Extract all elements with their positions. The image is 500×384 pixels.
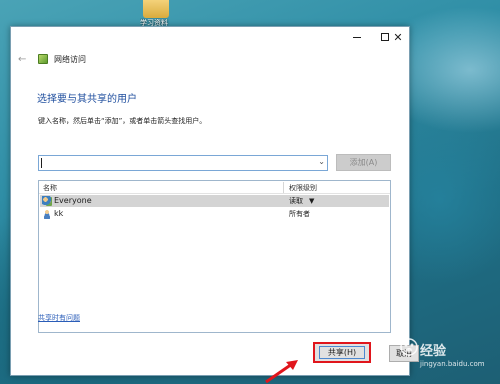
title-bar[interactable]: ✕ — [11, 27, 409, 49]
minimize-button[interactable] — [345, 29, 369, 45]
column-header-name[interactable]: 名称 — [43, 183, 57, 193]
share-button-focus: 共享(H) — [319, 346, 365, 359]
folder-icon[interactable] — [143, 0, 169, 18]
back-arrow-icon[interactable]: ← — [18, 54, 26, 65]
permission-dropdown[interactable]: 读取 ▼ — [289, 196, 314, 206]
share-button[interactable]: 共享(H) — [313, 342, 371, 363]
sharing-trouble-link[interactable]: 共享时有问题 — [38, 313, 80, 323]
user-permission-list: 名称 权限级别 Everyone 读取 ▼ kk 所有者 — [38, 180, 391, 333]
chevron-down-icon[interactable]: ⌄ — [318, 157, 325, 166]
add-button[interactable]: 添加(A) — [336, 154, 391, 171]
permission-value: 所有者 — [289, 210, 310, 218]
user-icon — [42, 209, 52, 219]
watermark-text: 经验 — [420, 344, 447, 359]
column-header-permission[interactable]: 权限级别 — [289, 183, 317, 193]
row-name: kk — [54, 209, 64, 218]
instruction-text: 键入名称，然后单击“添加”，或者单击箭头查找用户。 — [38, 117, 207, 125]
baidu-paw-icon — [400, 338, 418, 356]
page-heading: 选择要与其共享的用户 — [37, 94, 137, 105]
list-row-kk[interactable]: kk 所有者 — [40, 208, 389, 220]
row-name: Everyone — [54, 196, 92, 205]
close-icon: ✕ — [393, 30, 403, 44]
user-name-combobox[interactable]: ⌄ — [38, 155, 328, 171]
red-arrow-annotation — [265, 360, 298, 384]
desktop-icon-label: 学习资料 — [140, 19, 168, 26]
network-access-dialog: ✕ ← 网络访问 选择要与其共享的用户 键入名称，然后单击“添加”，或者单击箭头… — [10, 26, 419, 376]
list-row-everyone[interactable]: Everyone 读取 ▼ — [40, 195, 389, 207]
window-title: 网络访问 — [54, 55, 86, 64]
permission-value: 读取 — [289, 197, 303, 205]
minimize-icon — [353, 36, 361, 38]
users-icon — [42, 196, 52, 206]
network-share-icon — [38, 54, 48, 64]
column-divider[interactable] — [283, 182, 284, 193]
close-button[interactable]: ✕ — [387, 29, 409, 45]
caret-down-icon: ▼ — [309, 197, 315, 205]
user-name-input[interactable] — [40, 157, 310, 169]
watermark-url: jingyan.baidu.com — [420, 360, 485, 368]
list-header: 名称 权限级别 — [39, 181, 390, 194]
